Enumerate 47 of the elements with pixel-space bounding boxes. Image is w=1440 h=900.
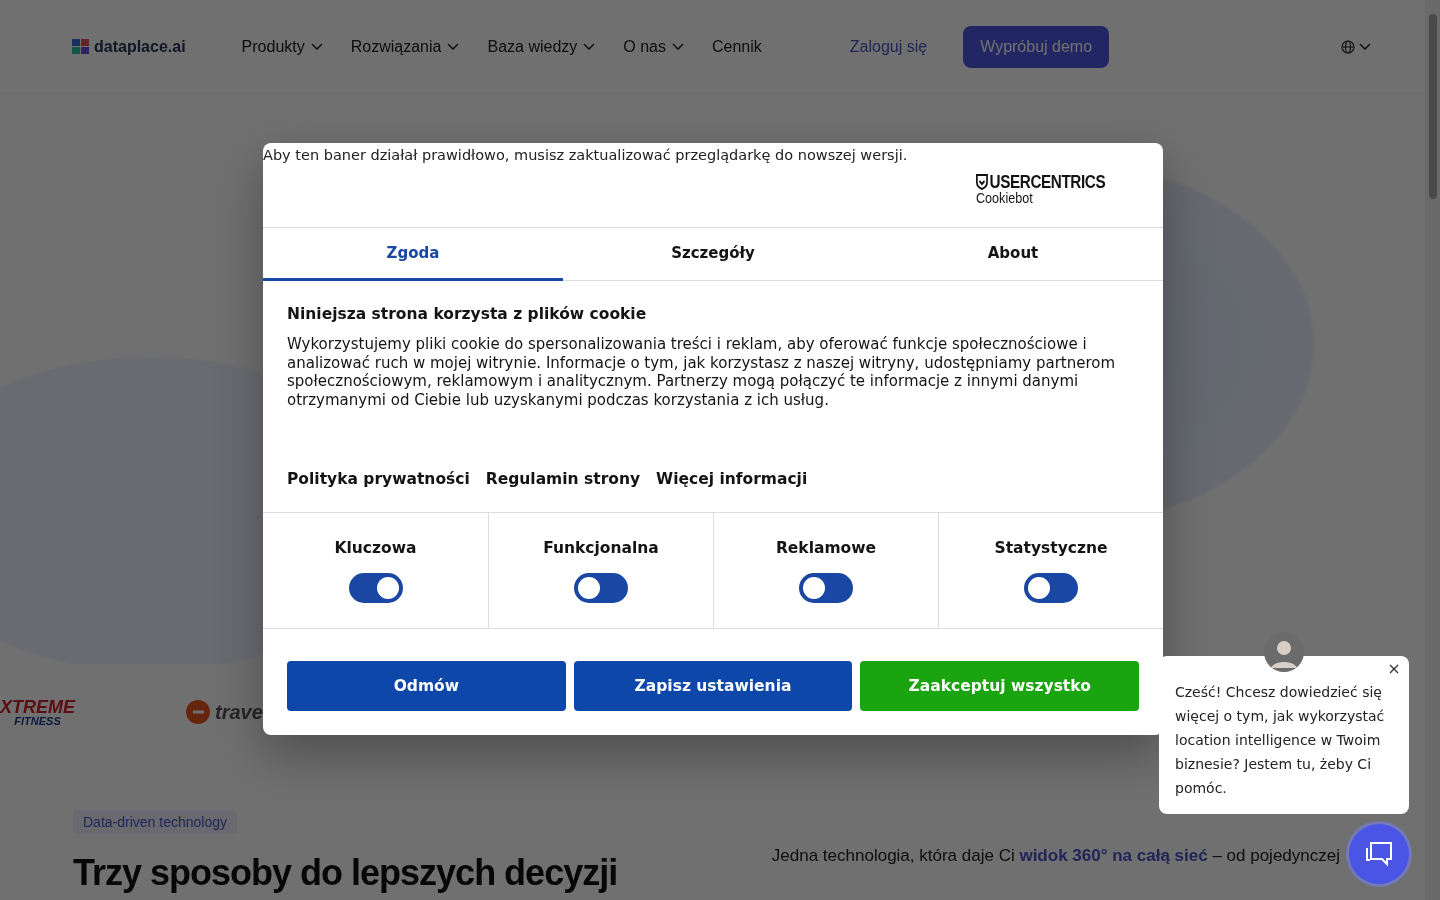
category-toggle[interactable] <box>348 572 403 603</box>
policy-link[interactable]: Więcej informacji <box>656 469 808 488</box>
chat-message: Cześć! Chcesz dowiedzieć się więcej o tym, jak wykorzystać location intelligence w Twoim biznesie? Jestem tu, żeby Ci pomóc. <box>1175 683 1386 798</box>
dialog-tab[interactable]: Szczegóły <box>563 227 863 281</box>
category-toggle[interactable] <box>1024 572 1078 603</box>
dialog-tab[interactable]: Zgoda <box>263 227 563 281</box>
demo-button[interactable]: Wypróbuj demo <box>963 25 1110 68</box>
nav-link[interactable]: Baza wiedzy <box>487 37 596 56</box>
category-toggle[interactable] <box>799 572 853 603</box>
client-logo: trave <box>185 699 263 725</box>
section-heading: Trzy sposoby do lepszych decyzji <box>73 852 618 894</box>
nav-link[interactable]: O nas <box>623 37 684 56</box>
section-tag: Data-driven technology <box>73 810 237 834</box>
chevron-down-icon <box>1359 42 1371 51</box>
chevron-down-icon <box>310 42 323 51</box>
brand-logo: USERCENTRICS Cookiebot <box>976 172 1107 205</box>
nav-link[interactable]: Produkty <box>241 37 323 56</box>
nav-link[interactable]: Cennik <box>712 37 762 56</box>
chat-icon <box>1365 841 1393 867</box>
logo-text[interactable]: dataplace.ai <box>94 37 186 56</box>
logo-icon <box>72 38 90 55</box>
avatar-icon <box>1264 632 1304 672</box>
nav-link[interactable]: Rozwiązania <box>350 37 460 56</box>
client-logo: XTREME FITNESS <box>0 697 75 727</box>
category-label: Funkcjonalna <box>543 538 659 557</box>
consent-button[interactable]: Zaakceptuj wszystko <box>860 660 1139 711</box>
category-label: Reklamowe <box>775 538 877 557</box>
language-button[interactable] <box>1339 37 1373 56</box>
globe-icon <box>1341 39 1355 54</box>
category-label: Kluczowa <box>334 538 417 557</box>
category-label: Statystyczne <box>994 538 1108 557</box>
policy-link[interactable]: Regulamin strony <box>485 469 641 488</box>
scrollbar[interactable] <box>1425 0 1440 900</box>
chevron-down-icon <box>672 42 684 51</box>
close-icon[interactable] <box>1387 662 1401 676</box>
chevron-down-icon <box>447 42 460 51</box>
category-toggle[interactable] <box>574 572 628 603</box>
policy-link[interactable]: Polityka prywatności <box>287 469 470 488</box>
login-link[interactable]: Zaloguj się <box>849 37 928 56</box>
dialog-title: Niniejsza strona korzysta z plików cookie <box>287 304 648 323</box>
consent-button[interactable]: Odmów <box>287 660 566 711</box>
section-lead: Jedna technologia, która daje Ci widok 360° na całą sieć – od pojedynczej <box>771 846 1340 867</box>
browser-notice: Aby ten baner działał prawidłowo, musisz zaktualizować przeglądarkę do nowszej wersji. <box>263 146 909 165</box>
consent-button[interactable]: Zapisz ustawienia <box>573 660 853 711</box>
dialog-text: Wykorzystujemy pliki cookie do spersonalizowania treści i reklam, aby oferować funkcje społecznościowe i analizować ruch w mojej witrynie. Informacje o tym, jak korzystasz z naszej witryny, udostępniamy partnerom społecznościowym, reklamowym i analitycznym. Partnerzy mogą połączyć te informacje z innymi danymi otrzymanymi od Ciebie lub uzyskanymi podczas korzystania z ich usług. <box>287 334 1117 410</box>
dialog-tab[interactable]: About <box>863 227 1163 281</box>
chevron-down-icon <box>583 42 596 51</box>
